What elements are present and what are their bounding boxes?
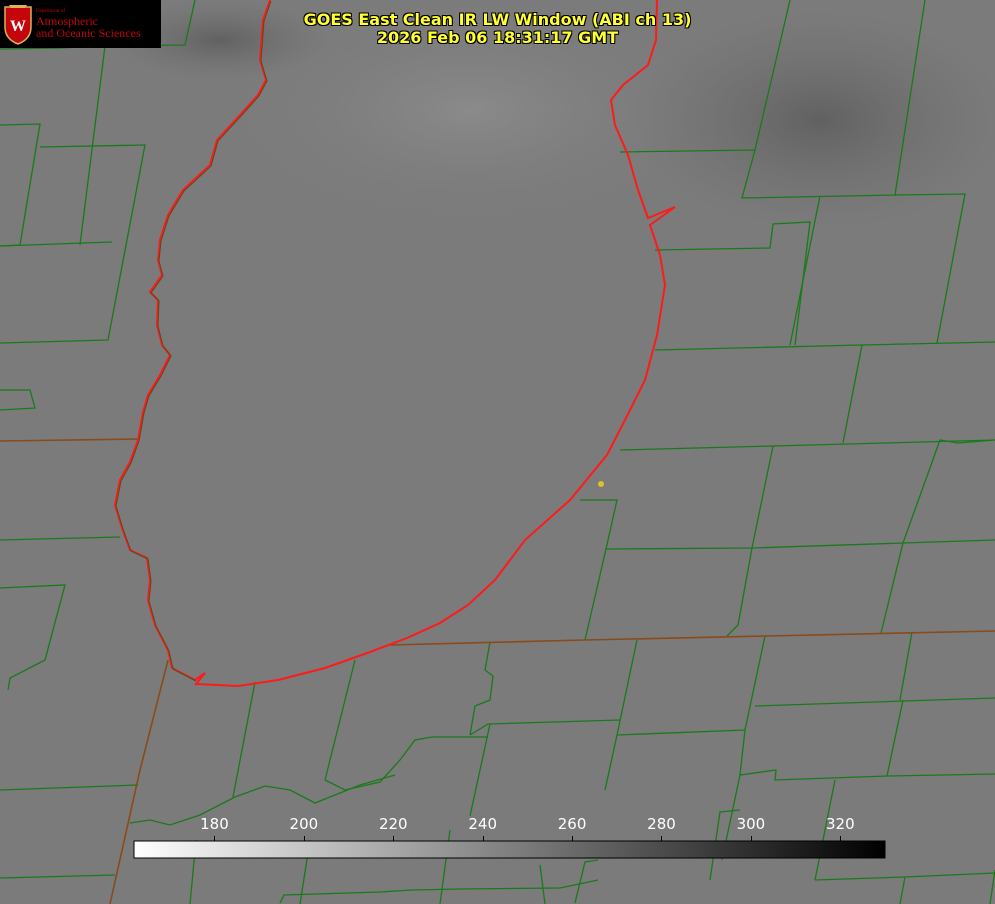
colorbar-tick-label: 320 [825,815,855,833]
colorbar-tick-label: 300 [736,815,766,833]
colorbar-tick-label: 280 [647,815,676,833]
location-marker [598,481,604,487]
colorbar-gradient [133,840,886,859]
image-title: GOES East Clean IR LW Window (ABI ch 13)… [0,11,995,47]
colorbar-tick-label: 220 [378,815,408,833]
colorbar-tick-mark [840,836,841,841]
colorbar-tick-mark [483,836,484,841]
title-timestamp: 2026 Feb 06 18:31:17 GMT [376,28,619,47]
colorbar-tick-mark [661,836,662,841]
colorbar-tick-label: 180 [200,815,229,833]
colorbar-tick-mark [304,836,305,841]
title-line1: GOES East Clean IR LW Window (ABI ch 13) [303,10,692,29]
colorbar-tick-mark [572,836,573,841]
colorbar-tick-mark [751,836,752,841]
colorbar-tick-mark [393,836,394,841]
colorbar-tick-label: 260 [557,815,587,833]
colorbar-tick-mark [214,836,215,841]
satellite-map [0,0,995,904]
colorbar-tick-label: 200 [289,815,319,833]
colorbar-tick-label: 240 [468,815,497,833]
